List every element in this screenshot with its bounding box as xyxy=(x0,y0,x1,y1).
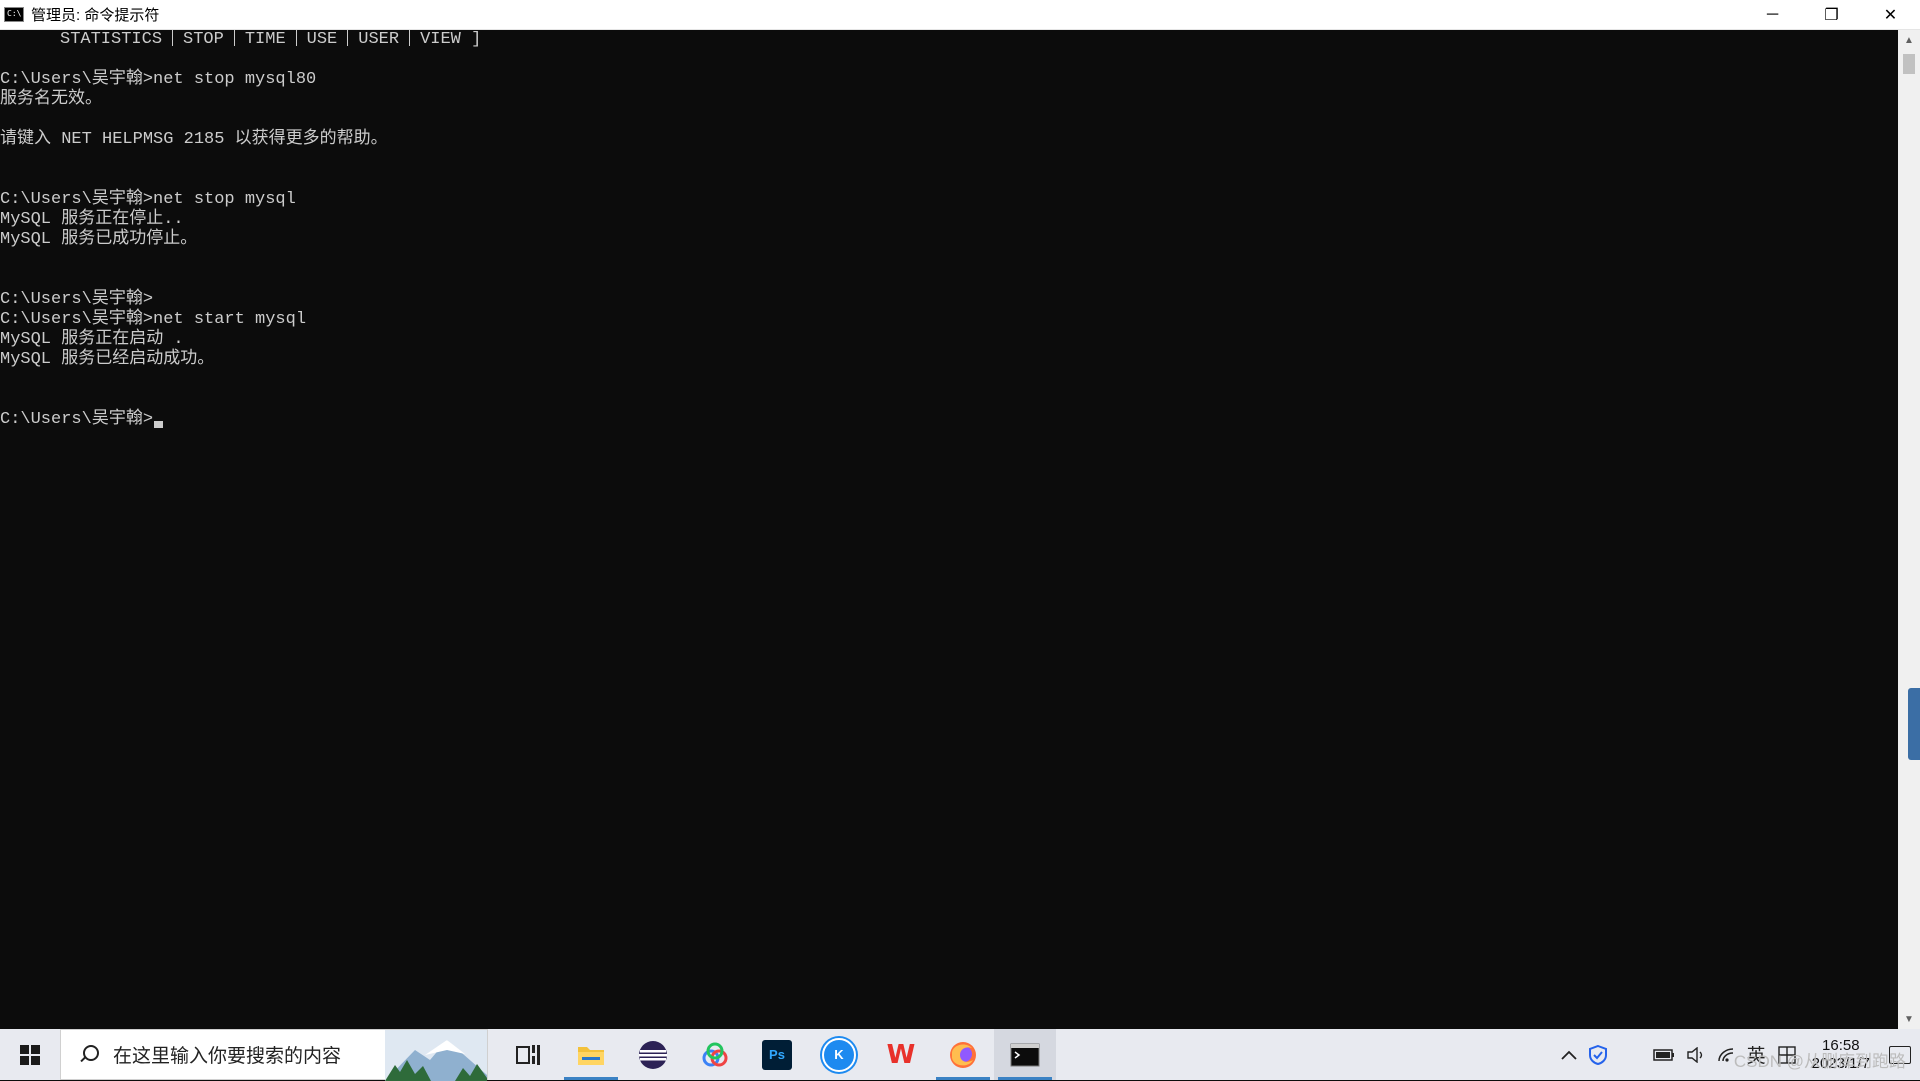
window-titlebar[interactable]: 管理员: 命令提示符 ─ ❐ ✕ xyxy=(0,0,1920,30)
photoshop-button[interactable]: Ps xyxy=(746,1029,808,1080)
vertical-scrollbar[interactable]: ▲ ▼ xyxy=(1898,30,1920,1029)
cmd-app-icon xyxy=(4,7,24,22)
search-icon xyxy=(75,1042,101,1068)
shield-icon xyxy=(1588,1044,1607,1065)
taskbar: 在这里输入你要搜索的内容 Ps K W 英 16:58 2023/1/7 CSD… xyxy=(0,1029,1920,1081)
header-item-time: TIME xyxy=(244,30,286,49)
console-line: MySQL 服务已经启动成功。 xyxy=(0,350,215,369)
console-prompt: C:\Users\吴宇翰> xyxy=(0,410,154,429)
system-tray: 英 16:58 2023/1/7 CSDN @从删库到跑路 xyxy=(1555,1029,1920,1080)
header-item-user: USER xyxy=(358,30,400,49)
scrollbar-thumb[interactable] xyxy=(1903,54,1915,74)
chevron-up-icon xyxy=(1560,1050,1577,1060)
wps-office-button[interactable]: W xyxy=(870,1029,932,1080)
console-line: MySQL 服务正在停止.. xyxy=(0,210,184,229)
header-item-use: USE xyxy=(306,30,338,49)
wifi-icon xyxy=(1717,1047,1733,1062)
console-line: MySQL 服务已成功停止。 xyxy=(0,230,198,249)
search-highlight-image xyxy=(385,1030,487,1081)
wps-icon: W xyxy=(886,1039,916,1070)
eclipse-icon xyxy=(639,1040,667,1069)
window-title: 管理员: 命令提示符 xyxy=(31,7,160,24)
console-prompt-line[interactable]: C:\Users\吴宇翰> xyxy=(0,410,1898,430)
taskbar-apps: Ps K W xyxy=(498,1029,1056,1080)
scroll-down-arrow-icon[interactable]: ▼ xyxy=(1898,1009,1920,1029)
side-panel-handle[interactable] xyxy=(1908,688,1920,760)
console-line: C:\Users\吴宇翰> xyxy=(0,290,154,309)
task-view-button[interactable] xyxy=(498,1029,560,1080)
close-button[interactable]: ✕ xyxy=(1861,0,1920,29)
console-output[interactable]: STATISTICS STOP TIME USE USER VIEW ] C:\Users… xyxy=(0,30,1898,1029)
folder-icon xyxy=(578,1046,604,1065)
security-tray-button[interactable] xyxy=(1583,1029,1613,1080)
console-line: 服务名无效。 xyxy=(0,90,102,109)
terminal-icon xyxy=(1010,1043,1040,1066)
file-explorer-button[interactable] xyxy=(560,1029,622,1080)
console-line: C:\Users\吴宇翰>net start mysql xyxy=(0,310,307,329)
csdn-watermark: CSDN @从删库到跑路 xyxy=(1733,1052,1906,1071)
header-item-view: VIEW ] xyxy=(420,30,482,49)
header-item-stop: STOP xyxy=(183,30,224,49)
firefox-icon xyxy=(950,1041,976,1068)
restore-button[interactable]: ❐ xyxy=(1802,0,1861,29)
volume-button[interactable] xyxy=(1681,1029,1711,1080)
baidu-netdisk-button[interactable] xyxy=(684,1029,746,1080)
start-button[interactable] xyxy=(0,1029,60,1080)
show-hidden-icons-button[interactable] xyxy=(1555,1029,1583,1080)
eclipse-button[interactable] xyxy=(622,1029,684,1080)
kugou-music-button[interactable]: K xyxy=(808,1029,870,1080)
console-line: C:\Users\吴宇翰>net stop mysql xyxy=(0,190,296,209)
search-placeholder: 在这里输入你要搜索的内容 xyxy=(113,1046,342,1067)
kugou-icon: K xyxy=(822,1037,856,1072)
console-line: MySQL 服务正在启动 . xyxy=(0,330,184,349)
console-line: C:\Users\吴宇翰>net stop mysql80 xyxy=(0,70,317,89)
speaker-icon xyxy=(1686,1046,1702,1063)
taskbar-search-box[interactable]: 在这里输入你要搜索的内容 xyxy=(60,1029,488,1081)
photoshop-icon: Ps xyxy=(762,1039,792,1070)
console-help-header: STATISTICS STOP TIME USE USER VIEW ] xyxy=(0,30,1898,50)
text-cursor xyxy=(154,421,164,428)
firefox-button[interactable] xyxy=(932,1029,994,1080)
command-prompt-button[interactable] xyxy=(994,1029,1056,1080)
header-item-statistics: STATISTICS xyxy=(60,30,163,49)
cloud-disk-icon xyxy=(702,1042,728,1066)
battery-icon xyxy=(1652,1048,1674,1061)
task-view-icon xyxy=(516,1044,540,1065)
scroll-up-arrow-icon[interactable]: ▲ xyxy=(1898,30,1920,50)
minimize-button[interactable]: ─ xyxy=(1743,0,1802,29)
window-controls: ─ ❐ ✕ xyxy=(1743,0,1920,29)
windows-logo-icon xyxy=(20,1044,40,1065)
battery-button[interactable] xyxy=(1647,1029,1681,1080)
console-line: 请键入 NET HELPMSG 2185 以获得更多的帮助。 xyxy=(0,130,388,149)
